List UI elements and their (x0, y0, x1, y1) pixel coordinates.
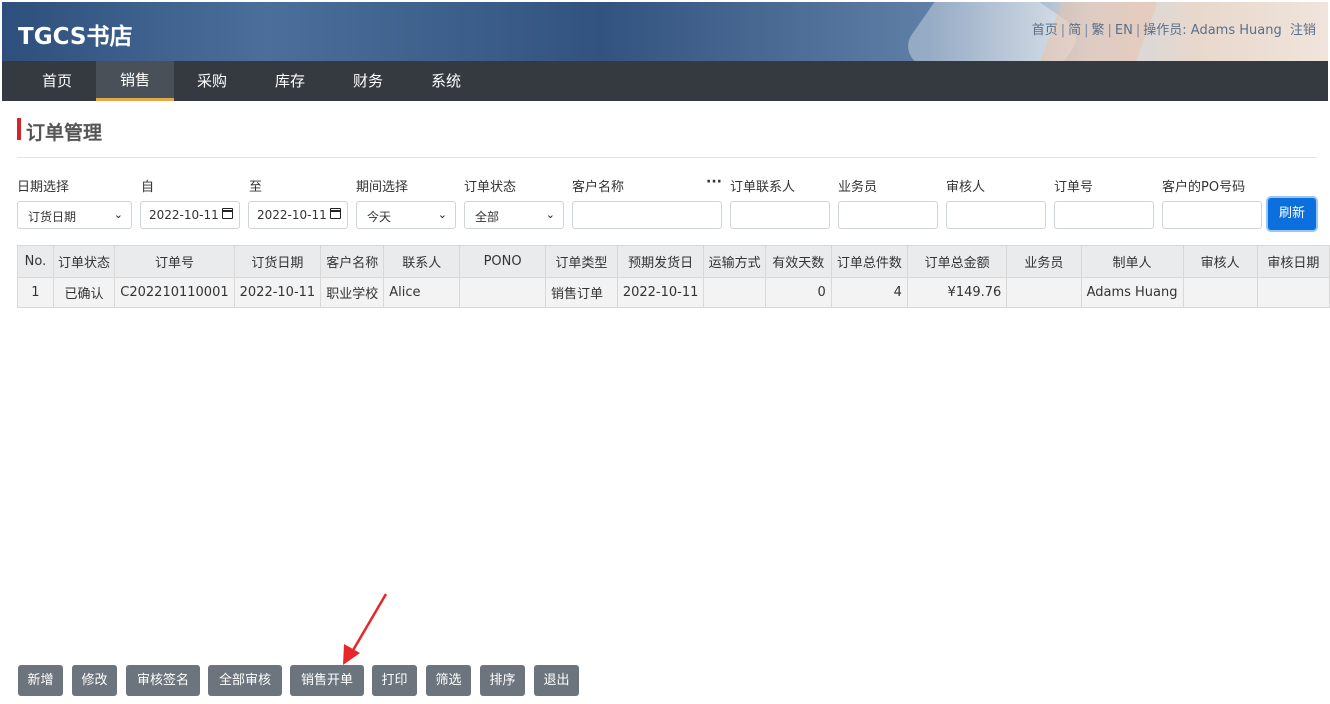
filter-button[interactable]: 筛选 (426, 665, 471, 696)
edit-button[interactable]: 修改 (72, 665, 117, 696)
exit-button[interactable]: 退出 (534, 665, 579, 696)
print-button[interactable]: 打印 (372, 665, 417, 696)
audit-all-button[interactable]: 全部审核 (208, 665, 282, 696)
sales-invoice-button[interactable]: 销售开单 (290, 665, 364, 696)
sort-button[interactable]: 排序 (480, 665, 525, 696)
audit-sign-button[interactable]: 审核签名 (126, 665, 200, 696)
annotation-arrow-icon (343, 593, 388, 665)
add-button[interactable]: 新增 (18, 665, 63, 696)
